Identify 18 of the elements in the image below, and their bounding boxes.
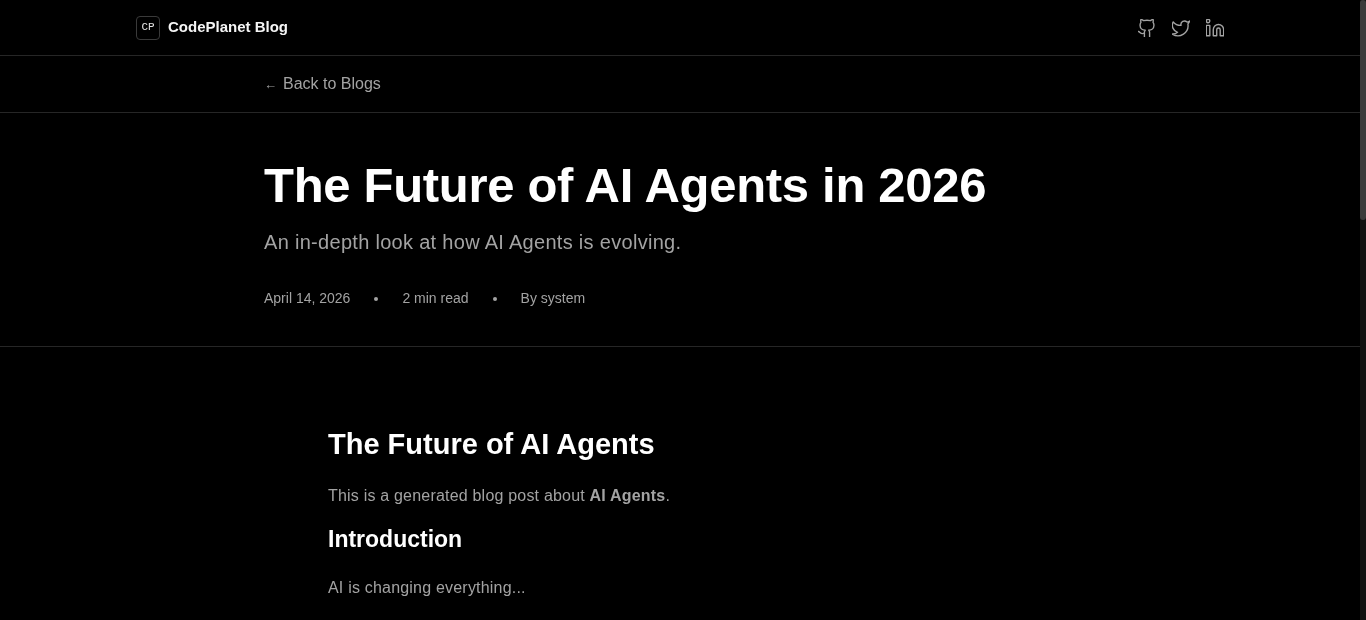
separator-dot-icon bbox=[374, 296, 379, 301]
article-heading: The Future of AI Agents bbox=[328, 427, 656, 463]
article-paragraph: AI is changing everything... bbox=[328, 577, 527, 598]
site-name[interactable]: CodePlanet Blog bbox=[168, 16, 288, 39]
post-subtitle: An in-depth look at how AI Agents is evolving. bbox=[264, 230, 683, 256]
scrollbar-thumb[interactable] bbox=[1360, 0, 1366, 220]
linkedin-icon[interactable] bbox=[1206, 18, 1224, 37]
back-link[interactable]: ← Back to Blogs bbox=[264, 75, 381, 92]
article-paragraph: This is a generated blog post about AI Agents. bbox=[328, 486, 672, 507]
post-title: The Future of AI Agents in 2026 bbox=[264, 157, 988, 214]
separator-dot-icon bbox=[492, 296, 497, 301]
twitter-bird-icon[interactable] bbox=[1172, 18, 1190, 37]
section-heading: Introduction bbox=[328, 526, 464, 554]
logo-badge[interactable]: CP bbox=[136, 15, 160, 40]
read-time: 2 min read bbox=[402, 289, 469, 309]
post-author: By system bbox=[520, 289, 586, 309]
post-date: April 14, 2026 bbox=[264, 289, 351, 309]
github-icon[interactable] bbox=[1138, 18, 1156, 37]
